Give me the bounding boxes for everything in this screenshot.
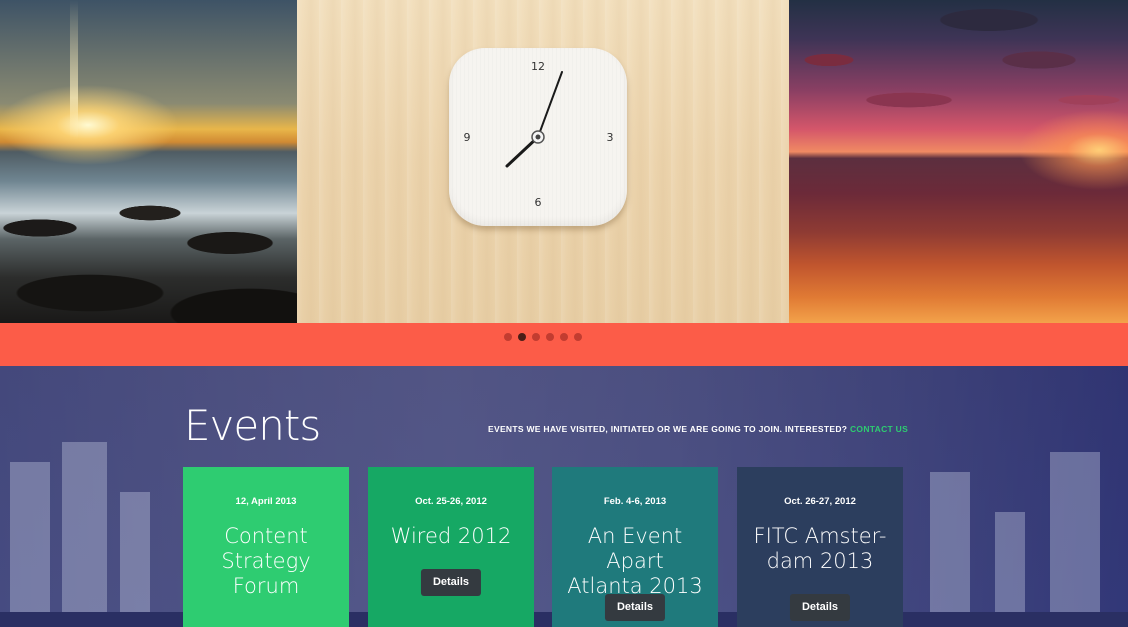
- clock-app-icon: 12 3 6 9: [449, 48, 627, 226]
- details-button[interactable]: Details: [420, 569, 482, 596]
- pager-dot[interactable]: [532, 333, 540, 341]
- pager-dot-active[interactable]: [518, 333, 526, 341]
- event-date: 12, April 2013: [235, 496, 297, 507]
- events-heading: Events: [184, 401, 321, 450]
- event-title-line: Strategy: [221, 549, 311, 573]
- event-title-line: Content: [224, 524, 308, 548]
- clouds: [789, 0, 1128, 140]
- gallery-photo-clock[interactable]: 12 3 6 9: [297, 0, 789, 323]
- details-button[interactable]: Details: [789, 594, 851, 621]
- gallery-photo-beach-sunset[interactable]: [789, 0, 1128, 323]
- pager-dot[interactable]: [546, 333, 554, 341]
- city-building: [995, 512, 1025, 612]
- rocks-silhouette: [0, 173, 297, 323]
- pager-dot[interactable]: [504, 333, 512, 341]
- clock-hands-icon: [505, 71, 563, 168]
- event-title: An Event Apart Atlanta 2013: [556, 524, 714, 599]
- event-title-line: FITC Amster-: [753, 524, 887, 548]
- event-date: Oct. 25-26, 2012: [415, 496, 487, 507]
- city-building: [930, 472, 970, 612]
- pager-dot[interactable]: [574, 333, 582, 341]
- city-building: [1050, 452, 1100, 612]
- event-card-event-apart[interactable]: Feb. 4-6, 2013 An Event Apart Atlanta 20…: [552, 467, 718, 627]
- gallery-photo-sunset-rocks[interactable]: [0, 0, 297, 323]
- events-tagline-text: EVENTS WE HAVE VISITED, INITIATED OR WE …: [488, 424, 848, 434]
- event-title-line: dam 2013: [766, 549, 874, 573]
- event-title-line: Wired 2012: [390, 524, 512, 548]
- city-building: [120, 492, 150, 612]
- details-button[interactable]: Details: [604, 594, 666, 621]
- event-card-wired[interactable]: Oct. 25-26, 2012 Wired 2012 Details: [368, 467, 534, 627]
- event-card-fitc[interactable]: Oct. 26-27, 2012 FITC Amster- dam 2013 D…: [737, 467, 903, 627]
- event-title: Wired 2012: [372, 524, 530, 549]
- event-card-content-strategy[interactable]: 12, April 2013 Content Strategy Forum: [183, 467, 349, 627]
- city-building: [10, 462, 50, 612]
- city-building: [62, 442, 107, 612]
- event-title-line: Forum: [232, 574, 300, 598]
- event-title: FITC Amster- dam 2013: [741, 524, 899, 574]
- event-title-line: An Event Apart: [587, 524, 683, 573]
- events-tagline: EVENTS WE HAVE VISITED, INITIATED OR WE …: [488, 423, 908, 435]
- gallery-pager-bar: [0, 323, 1128, 366]
- photo-gallery: 12 3 6 9: [0, 0, 1128, 323]
- event-title: Content Strategy Forum: [187, 524, 345, 599]
- pager-dot[interactable]: [560, 333, 568, 341]
- contact-us-link[interactable]: CONTACT US: [850, 424, 908, 434]
- event-date: Feb. 4-6, 2013: [603, 496, 667, 507]
- event-date: Oct. 26-27, 2012: [784, 496, 856, 507]
- sun-rays: [70, 0, 78, 140]
- gallery-pager-dots: [504, 333, 582, 341]
